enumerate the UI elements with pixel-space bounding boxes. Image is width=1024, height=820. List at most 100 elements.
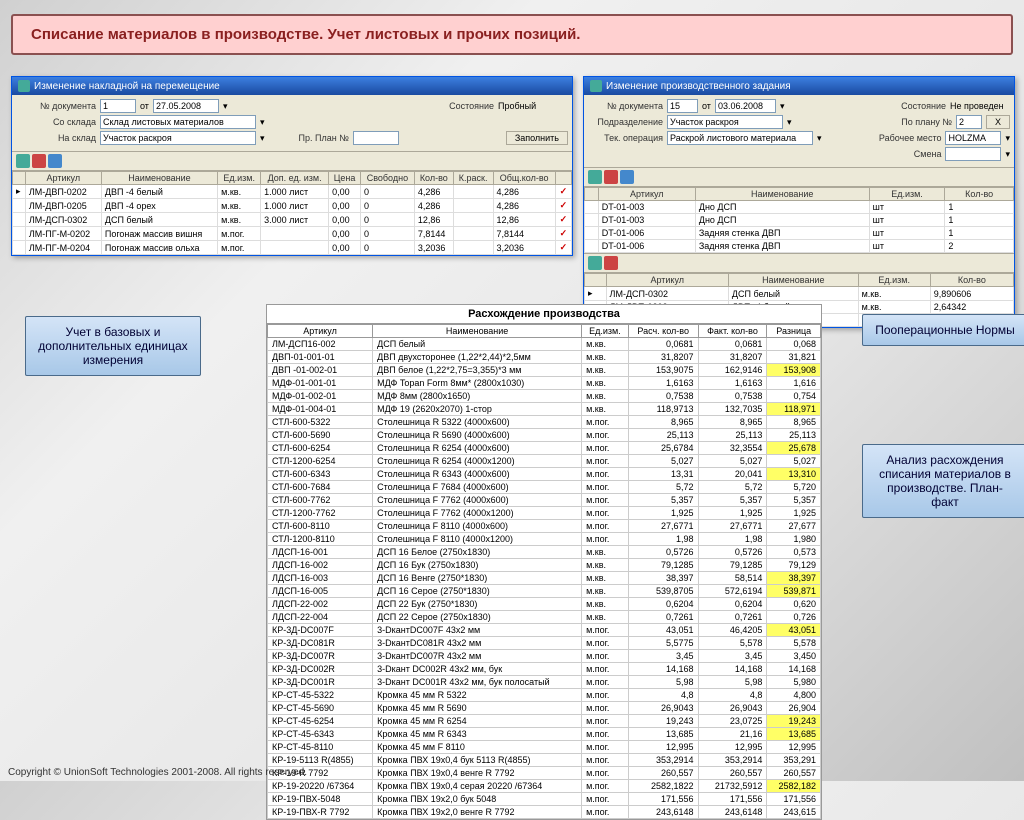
ot-label: от xyxy=(140,101,149,111)
doc-no-input-2[interactable] xyxy=(667,99,698,113)
table-row[interactable]: ДВП -01-002-01ДВП белое (1,22*2,75=3,355… xyxy=(268,364,821,377)
table-row[interactable]: СТЛ-600-5322Столешница R 5322 (4000x600)… xyxy=(268,416,821,429)
table-row[interactable]: СТЛ-1200-6254Столешница R 6254 (4000x120… xyxy=(268,455,821,468)
table-row[interactable]: КР-3Д-DC002R3-Dкант DC002R 43x2 мм, букм… xyxy=(268,663,821,676)
table-row[interactable]: МДФ-01-002-01МДФ 8мм (2800x1650)м.кв.0,7… xyxy=(268,390,821,403)
na-input[interactable] xyxy=(100,131,256,145)
table-row[interactable]: МДФ-01-004-01МДФ 19 (2620x2070) 1-сторм.… xyxy=(268,403,821,416)
iconbar-3 xyxy=(584,253,1014,273)
table-row[interactable]: ▸ЛМ-ДСП-0302ДСП белыйм.кв.9,890606 xyxy=(585,287,1014,301)
table-row[interactable]: ЛДСП-22-004ДСП 22 Серое (2750x1830)м.кв.… xyxy=(268,611,821,624)
table-row[interactable]: DT-01-003Дно ДСПшт1 xyxy=(585,201,1014,214)
table-row[interactable]: СТЛ-600-7684Столешница F 7684 (4000x600)… xyxy=(268,481,821,494)
add-icon[interactable] xyxy=(16,154,30,168)
window-icon xyxy=(18,80,30,92)
delete-icon[interactable] xyxy=(604,170,618,184)
doc-date-input-2[interactable] xyxy=(715,99,776,113)
table-row[interactable]: МДФ-01-001-01МДФ Topan Form 8мм* (2800x1… xyxy=(268,377,821,390)
add-icon[interactable] xyxy=(588,170,602,184)
delete-icon[interactable] xyxy=(604,256,618,270)
so-input[interactable] xyxy=(100,115,256,129)
table-row[interactable]: СТЛ-600-6254Столешница R 6254 (4000x600)… xyxy=(268,442,821,455)
plan-input[interactable] xyxy=(956,115,982,129)
table-row[interactable]: КР-3Д-DC001R3-Dкант DC001R 43x2 мм, бук … xyxy=(268,676,821,689)
table-row[interactable]: КР-3Д-DC081R3-DкантDC081R 43x2 ммм.пог.5… xyxy=(268,637,821,650)
table-row[interactable]: КР-СТ-45-5322Кромка 45 мм R 5322м.пог.4,… xyxy=(268,689,821,702)
table-row[interactable]: ЛМ-ДВП-0205ДВП -4 орехм.кв.1.000 лист0,0… xyxy=(13,199,572,213)
table-row[interactable]: DT-01-006Задняя стенка ДВПшт1 xyxy=(585,227,1014,240)
report-table: Расхождение производства АртикулНаименов… xyxy=(266,304,822,820)
rab-input[interactable] xyxy=(945,131,1001,145)
titlebar-2[interactable]: Изменение производственного задания xyxy=(584,77,1014,95)
table-row[interactable]: КР-3Д-DC007R3-DкантDC007R 43x2 ммм.пог.3… xyxy=(268,650,821,663)
table-row[interactable]: СТЛ-600-7762Столешница F 7762 (4000x600)… xyxy=(268,494,821,507)
delete-icon[interactable] xyxy=(32,154,46,168)
table-row[interactable]: КР-19-ПВХ-R 7792Кромка ПВХ 19x2,0 венге … xyxy=(268,806,821,819)
clear-plan-button[interactable]: X xyxy=(986,115,1010,129)
sost-value-2: Не проведен xyxy=(950,101,1010,111)
tek-input[interactable] xyxy=(667,131,813,145)
copyright: Copyright © UnionSoft Technologies 2001-… xyxy=(8,767,307,778)
doc-no-label: № документа xyxy=(16,101,96,111)
table-row[interactable]: КР-СТ-45-8110Кромка 45 мм F 8110м.пог.12… xyxy=(268,741,821,754)
table-row[interactable]: КР-СТ-45-5690Кромка 45 мм R 5690м.пог.26… xyxy=(268,702,821,715)
podr-input[interactable] xyxy=(667,115,783,129)
table-row[interactable]: СТЛ-600-8110Столешница F 8110 (4000x600)… xyxy=(268,520,821,533)
grid-2a[interactable]: АртикулНаименованиеЕд.изм.Кол-воDT-01-00… xyxy=(584,187,1014,253)
smena-input[interactable] xyxy=(945,147,1001,161)
iconbar-1 xyxy=(12,152,572,171)
window-icon xyxy=(590,80,602,92)
table-row[interactable]: ЛДСП-22-002ДСП 22 Бук (2750*1830)м.кв.0,… xyxy=(268,598,821,611)
sost-value: Пробный xyxy=(498,101,568,111)
table-row[interactable]: ЛДСП-16-005ДСП 16 Серое (2750*1830)м.кв.… xyxy=(268,585,821,598)
table-row[interactable]: ЛМ-ПГ-М-0202Погонаж массив вишням.пог.0,… xyxy=(13,227,572,241)
table-row[interactable]: КР-19-ПВХ-5048Кромка ПВХ 19x2,0 бук 5048… xyxy=(268,793,821,806)
prplan-input[interactable] xyxy=(353,131,399,145)
table-row[interactable]: КР-3Д-DC007F3-DкантDC007F 43x2 ммм.пог.4… xyxy=(268,624,821,637)
refresh-icon[interactable] xyxy=(620,170,634,184)
table-row[interactable]: КР-СТ-45-6254Кромка 45 мм R 6254м.пог.19… xyxy=(268,715,821,728)
table-row[interactable]: СТЛ-600-5690Столешница R 5690 (4000x600)… xyxy=(268,429,821,442)
table-row[interactable]: СТЛ-600-6343Столешница R 6343 (4000x600)… xyxy=(268,468,821,481)
table-row[interactable]: ▸ЛМ-ДВП-0202ДВП -4 белыйм.кв.1.000 лист0… xyxy=(13,185,572,199)
table-row[interactable]: СТЛ-1200-7762Столешница F 7762 (4000x120… xyxy=(268,507,821,520)
table-row[interactable]: DT-01-006Задняя стенка ДВПшт2 xyxy=(585,240,1014,253)
table-row[interactable]: ЛДСП-16-002ДСП 16 Бук (2750x1830)м.кв.79… xyxy=(268,559,821,572)
rab-label: Рабочее место xyxy=(879,133,942,143)
toolbar-1: № документа от ▾ Состояние Пробный Со ск… xyxy=(12,95,572,152)
table-row[interactable]: ДВП-01-001-01ДВП двухсторонее (1,22*2,44… xyxy=(268,351,821,364)
table-row[interactable]: КР-19-5113 R(4855)Кромка ПВХ 19x0,4 бук … xyxy=(268,754,821,767)
sost-label-2: Состояние xyxy=(901,101,946,111)
callout-norms: Пооперационные Нормы xyxy=(862,314,1024,346)
window-title-2: Изменение производственного задания xyxy=(606,81,791,92)
doc-no-label-2: № документа xyxy=(588,101,663,111)
grid-1[interactable]: АртикулНаименованиеЕд.изм.Доп. ед. изм.Ц… xyxy=(12,171,572,255)
table-row[interactable]: КР-19-20220 /67364Кромка ПВХ 19x0,4 сера… xyxy=(268,780,821,793)
iconbar-2 xyxy=(584,168,1014,187)
refresh-icon[interactable] xyxy=(48,154,62,168)
table-row[interactable]: КР-СТ-45-6343Кромка 45 мм R 6343м.пог.13… xyxy=(268,728,821,741)
doc-date-input[interactable] xyxy=(153,99,219,113)
page-title: Списание материалов в производстве. Учет… xyxy=(11,14,1013,55)
window-title-1: Изменение накладной на перемещение xyxy=(34,81,220,92)
window-zadanie: Изменение производственного задания № до… xyxy=(583,76,1015,328)
plan-label: По плану № xyxy=(901,117,952,127)
table-row[interactable]: DT-01-003Дно ДСПшт1 xyxy=(585,214,1014,227)
titlebar-1[interactable]: Изменение накладной на перемещение xyxy=(12,77,572,95)
na-label: На склад xyxy=(16,133,96,143)
table-row[interactable]: ЛДСП-16-001ДСП 16 Белое (2750x1830)м.кв.… xyxy=(268,546,821,559)
callout-units: Учет в базовых и дополнительных единицах… xyxy=(25,316,201,376)
table-row[interactable]: ЛМ-ПГ-М-0204Погонаж массив ольхам.пог.0,… xyxy=(13,241,572,255)
table-row[interactable]: ЛМ-ДСП16-002ДСП белыйм.кв.0,06810,06810,… xyxy=(268,338,821,351)
add-icon[interactable] xyxy=(588,256,602,270)
podr-label: Подразделение xyxy=(588,117,663,127)
fill-button[interactable]: Заполнить xyxy=(506,131,568,145)
doc-no-input[interactable] xyxy=(100,99,136,113)
table-row[interactable]: ЛДСП-16-003ДСП 16 Венге (2750*1830)м.кв.… xyxy=(268,572,821,585)
sost-label: Состояние xyxy=(364,101,494,111)
table-row[interactable]: КР-19-R 7792Кромка ПВХ 19x0,4 венге R 77… xyxy=(268,767,821,780)
report-grid[interactable]: АртикулНаименованиеЕд.изм.Расч. кол-воФа… xyxy=(267,324,821,819)
table-row[interactable]: ЛМ-ДСП-0302ДСП белыйм.кв.3.000 лист0,000… xyxy=(13,213,572,227)
table-row[interactable]: СТЛ-1200-8110Столешница F 8110 (4000x120… xyxy=(268,533,821,546)
toolbar-2: № документа от ▾ Состояние Не проведен П… xyxy=(584,95,1014,168)
